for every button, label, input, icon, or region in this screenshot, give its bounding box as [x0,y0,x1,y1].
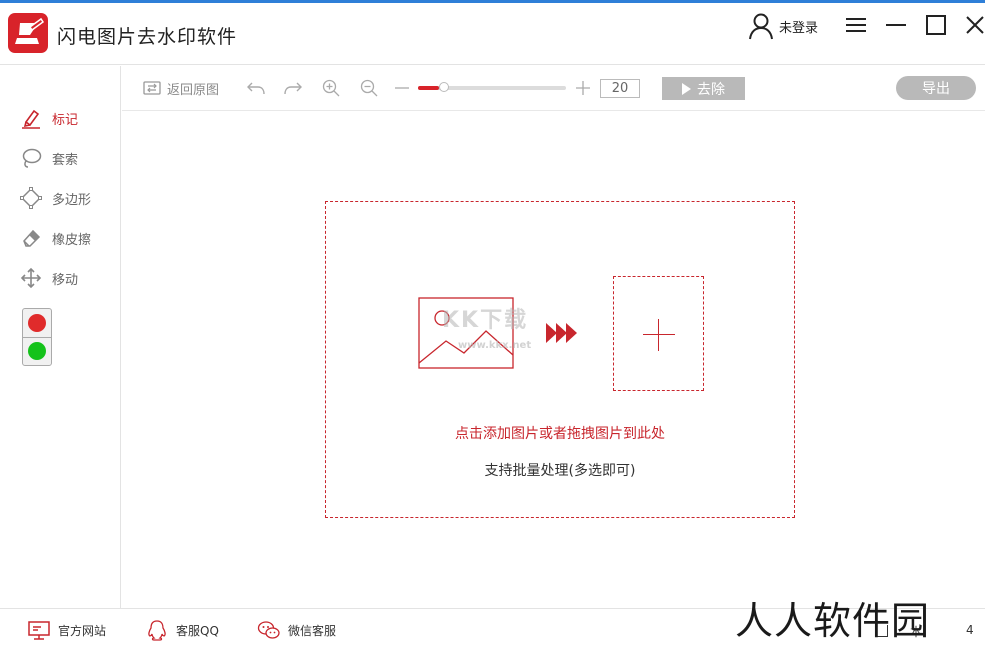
maximize-button[interactable] [923,11,949,39]
green-color-option[interactable] [28,342,46,360]
add-plus-icon [643,334,675,335]
tool-lasso-label: 套索 [52,152,79,168]
status-fragment-right: 4 [966,623,974,637]
app-logo-icon [8,13,48,53]
dropzone-watermark-url: www.kkx.net [458,340,532,351]
remove-watermark-label: 去除 [697,81,725,98]
zoom-out-button[interactable] [359,78,379,98]
customer-service-qq-label: 客服QQ [176,623,219,638]
wechat-service-link[interactable]: 微信客服 [257,619,336,641]
brush-size-slider[interactable] [418,82,566,92]
lasso-icon [22,148,42,168]
move-icon [20,267,42,289]
dropzone-subtext: 支持批量处理(多选即可) [484,463,636,479]
brush-size-slider-thumb[interactable] [438,82,449,92]
tool-move[interactable]: 移动 [20,266,78,290]
image-drop-zone[interactable]: KK下载 www.kkx.net 点击添加图片或者拖拽图片到此处 支持批量处理(… [325,201,795,518]
undo-icon [247,82,265,95]
redo-icon [284,82,302,95]
tool-marker[interactable]: 标记 [20,106,78,130]
menu-icon [846,18,866,32]
minus-icon [395,87,409,89]
brush-decrease-button[interactable] [392,78,412,98]
dropzone-hint: 点击添加图片或者拖拽图片到此处 [455,426,665,442]
plus-icon [576,81,590,95]
undo-button[interactable] [246,78,266,98]
wechat-icon [257,621,280,639]
remove-watermark-button[interactable]: 去除 [662,77,745,100]
close-icon [966,16,984,34]
add-image-button[interactable] [613,276,704,391]
official-site-label: 官方网站 [58,623,107,638]
site-watermark: 人人软件园 [735,599,931,643]
app-title: 闪电图片去水印软件 [57,26,238,48]
triple-arrow-icon [546,323,577,343]
marker-icon [22,109,40,129]
color-toggle [22,308,52,366]
tool-eraser[interactable]: 橡皮擦 [20,226,91,250]
wechat-service-label: 微信客服 [288,623,337,638]
title-bar: 闪电图片去水印软件 未登录 [0,3,985,65]
restore-icon [143,81,161,95]
add-plus-icon-vertical [658,319,659,351]
status-bar: 官方网站 客服QQ 微信客服 本 4 人人软件园 [0,599,985,649]
tool-eraser-label: 橡皮擦 [52,232,92,248]
export-label: 导出 [922,81,950,97]
tool-polygon-label: 多边形 [52,192,92,208]
tool-polygon[interactable]: 多边形 [20,186,91,210]
maximize-icon [926,15,946,35]
tool-move-label: 移动 [52,272,79,288]
tool-sidebar: 标记 套索 多边形 橡皮擦 移动 [0,66,121,608]
official-site-link[interactable]: 官方网站 [27,619,106,641]
editor-toolbar: 返回原图 20 去除 导出 [122,66,985,111]
zoom-out-icon [360,79,378,97]
brush-size-input[interactable]: 20 [600,79,640,98]
restore-original-button[interactable]: 返回原图 [142,78,219,98]
polygon-icon [20,187,42,209]
minimize-icon [886,24,906,26]
eraser-icon [23,229,41,247]
red-color-option[interactable] [28,314,46,332]
tool-lasso[interactable]: 套索 [20,146,78,170]
qq-icon [148,620,166,641]
monitor-icon [28,621,50,640]
minimize-button[interactable] [883,11,909,39]
login-label: 未登录 [779,20,819,36]
menu-button[interactable] [843,11,869,39]
restore-original-label: 返回原图 [167,82,220,98]
redo-button[interactable] [283,78,303,98]
zoom-in-button[interactable] [321,78,341,98]
brush-increase-button[interactable] [573,78,593,98]
tool-marker-label: 标记 [52,112,79,128]
play-icon [682,82,691,95]
customer-service-qq-link[interactable]: 客服QQ [145,619,219,641]
user-icon [749,13,773,40]
login-button[interactable]: 未登录 [748,11,818,41]
close-button[interactable] [962,11,985,39]
export-button[interactable]: 导出 [896,76,976,100]
brush-size-slider-fill [418,86,439,90]
dropzone-watermark: KK下载 [442,308,529,333]
zoom-in-icon [322,79,340,97]
color-toggle-divider [23,337,51,338]
